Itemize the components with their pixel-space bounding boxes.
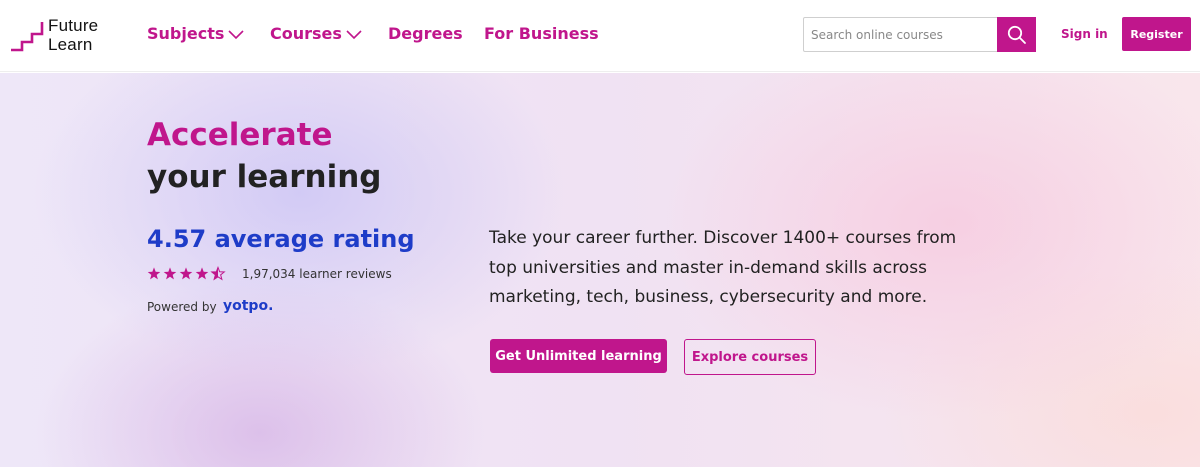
star-icon: [179, 267, 193, 280]
site-header: Future Learn Subjects Courses Degrees Fo…: [0, 0, 1200, 72]
search-icon: [1007, 25, 1026, 44]
hero-description: Take your career further. Discover 1400+…: [489, 228, 957, 307]
rating-stars: [147, 266, 226, 281]
get-unlimited-learning-button[interactable]: Get Unlimited learning: [490, 339, 667, 373]
nav-degrees[interactable]: Degrees: [388, 24, 463, 44]
yotpo-logo[interactable]: yotpo.: [223, 298, 273, 314]
nav-subjects-label: Subjects: [147, 24, 225, 43]
logo-steps-icon: [11, 22, 44, 52]
average-rating: 4.57 average rating: [147, 225, 415, 253]
star-icon: [195, 267, 209, 280]
nav-for-business-label: For Business: [484, 24, 599, 43]
page: Future Learn Subjects Courses Degrees Fo…: [0, 0, 1200, 467]
logo-line-1: Future: [48, 16, 99, 35]
search-bar: [803, 17, 1036, 52]
nav-subjects[interactable]: Subjects: [147, 24, 244, 44]
sign-in-link[interactable]: Sign in: [1061, 27, 1108, 41]
logo-text: Future Learn: [48, 16, 98, 54]
logo-line-2: Learn: [48, 35, 93, 54]
star-icon: [147, 267, 161, 280]
futurelearn-logo[interactable]: Future Learn: [10, 16, 110, 56]
powered-by-label: Powered by: [147, 300, 217, 314]
star-icon: [163, 267, 177, 280]
hero-headline-accent: Accelerate: [147, 117, 333, 153]
star-icon: [210, 266, 226, 281]
nav-for-business[interactable]: For Business: [484, 24, 599, 44]
register-button[interactable]: Register: [1122, 17, 1191, 51]
nav-degrees-label: Degrees: [388, 24, 463, 43]
hero-headline: your learning: [147, 159, 382, 195]
explore-courses-button[interactable]: Explore courses: [684, 339, 816, 375]
nav-courses[interactable]: Courses: [270, 24, 362, 44]
chevron-down-icon: [346, 29, 362, 39]
chevron-down-icon: [228, 29, 244, 39]
nav-courses-label: Courses: [270, 24, 342, 43]
search-input[interactable]: [804, 18, 998, 51]
learner-reviews-count: 1,97,034 learner reviews: [242, 267, 392, 281]
search-button[interactable]: [997, 17, 1036, 52]
